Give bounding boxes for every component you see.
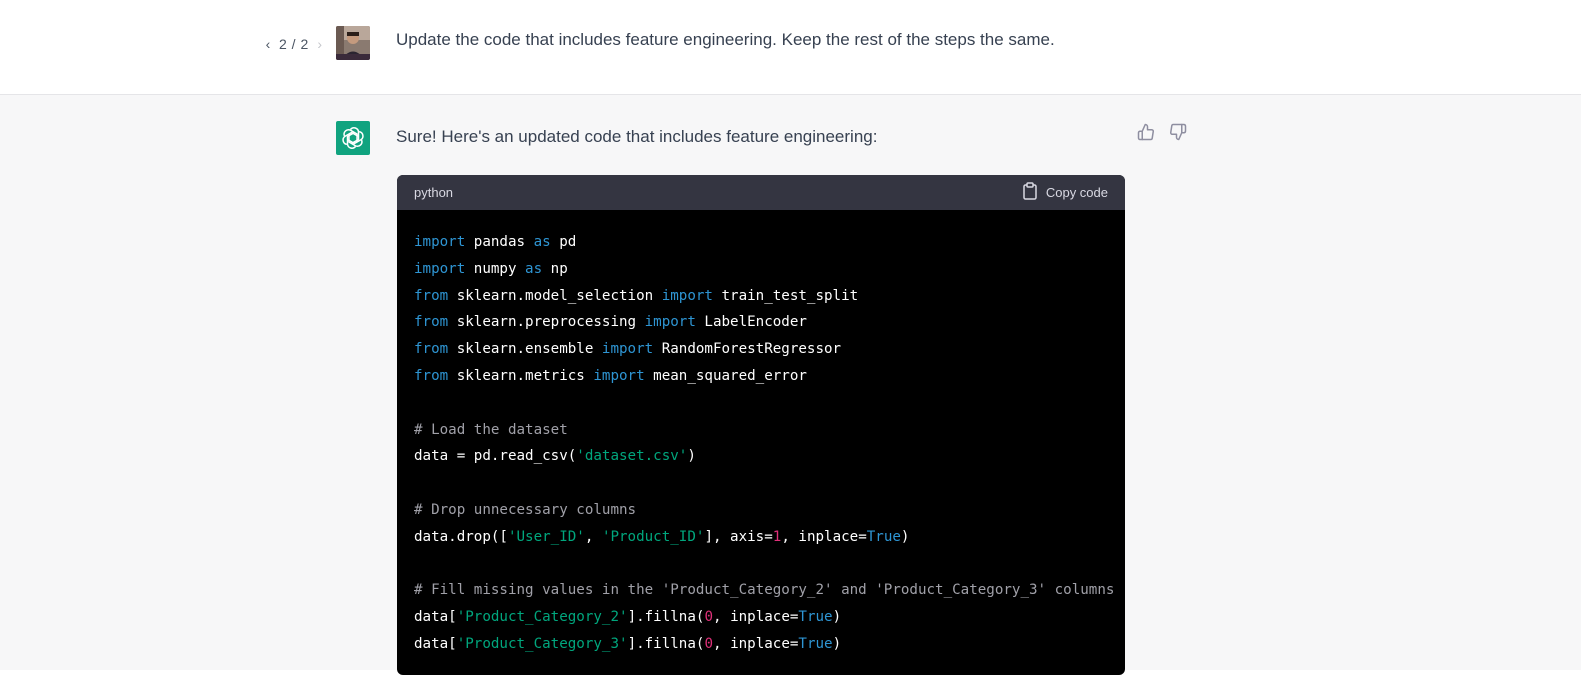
code-token-kw: from — [414, 341, 449, 358]
code-token-kw: from — [414, 367, 449, 384]
code-line: # Drop unnecessary columns — [414, 497, 1108, 524]
code-token-plain: sklearn.model_selection — [448, 287, 662, 304]
assistant-message-row: Sure! Here's an updated code that includ… — [0, 95, 1581, 675]
code-token-kw: import — [414, 260, 466, 277]
code-token-kw: from — [414, 287, 449, 304]
code-token-kw: from — [414, 314, 449, 331]
clipboard-icon — [1022, 182, 1038, 203]
code-token-com: # Fill missing values in the 'Product_Ca… — [414, 582, 1115, 599]
code-line: data['Product_Category_3'].fillna(0, inp… — [414, 631, 1108, 658]
code-line: from sklearn.model_selection import trai… — [414, 283, 1108, 310]
code-line: data = pd.read_csv('dataset.csv') — [414, 443, 1108, 470]
code-line: import pandas as pd — [414, 229, 1108, 256]
thumbs-up-icon[interactable] — [1137, 123, 1155, 141]
code-token-plain: numpy — [465, 260, 526, 277]
code-block: python Copy code import pandas as pd impo… — [397, 175, 1125, 675]
code-token-kw: import — [644, 314, 696, 331]
code-token-kw: import — [593, 367, 645, 384]
code-token-plain: , — [584, 528, 602, 545]
feedback-buttons — [1137, 123, 1187, 141]
code-token-str: 'Product_Category_2' — [456, 609, 628, 626]
code-token-plain: LabelEncoder — [695, 314, 807, 331]
code-token-plain: mean_squared_error — [644, 367, 807, 384]
code-token-plain: data[ — [414, 635, 457, 652]
code-line: # Load the dataset — [414, 417, 1108, 444]
code-token-kw: as — [525, 260, 543, 277]
assistant-message-text: Sure! Here's an updated code that includ… — [396, 127, 878, 146]
copy-code-button[interactable]: Copy code — [1022, 182, 1108, 203]
code-line: # Fill missing values in the 'Product_Ca… — [414, 577, 1114, 604]
code-token-kw: import — [601, 341, 654, 358]
code-token-plain: , inplace= — [781, 528, 867, 545]
code-token-plain: sklearn.metrics — [448, 367, 594, 384]
chatgpt-logo-icon — [336, 121, 370, 155]
code-token-plain: ].fillna( — [627, 635, 705, 652]
code-token-plain: ], axis= — [704, 528, 773, 545]
code-token-kw: import — [414, 234, 466, 250]
code-line: from sklearn.preprocessing import LabelE… — [414, 309, 1108, 336]
code-token-plain: ].fillna( — [627, 609, 705, 626]
code-block-header: python Copy code — [397, 175, 1125, 210]
code-token-plain: pandas — [465, 234, 534, 250]
thumbs-down-icon[interactable] — [1169, 123, 1187, 141]
chevron-left-icon[interactable]: ‹ — [263, 35, 273, 53]
code-token-plain: ) — [832, 609, 842, 626]
user-avatar — [336, 26, 370, 60]
code-token-kw: import — [661, 287, 713, 304]
code-token-com: # Drop unnecessary columns — [414, 501, 637, 518]
code-token-kw: as — [533, 234, 551, 250]
code-token-plain: , inplace= — [712, 609, 799, 626]
code-token-plain: data[ — [414, 609, 457, 626]
code-token-plain: data.drop([ — [414, 528, 508, 545]
code-token-plain: , inplace= — [712, 635, 799, 652]
code-line: from sklearn.ensemble import RandomFores… — [414, 336, 1108, 363]
code-token-plain: sklearn.preprocessing — [448, 314, 645, 331]
code-token-plain: train_test_split — [712, 287, 859, 304]
code-token-plain: pd — [550, 234, 577, 250]
user-message-text: Update the code that includes feature en… — [396, 30, 1055, 49]
user-message-row: ‹ 2 / 2 › Update the code that includes … — [0, 0, 1581, 95]
code-token-plain: data = pd.read_csv( — [414, 448, 577, 465]
code-line: import numpy as np — [414, 256, 1108, 283]
code-token-kw: True — [798, 635, 833, 652]
code-token-str: 'dataset.csv' — [576, 448, 688, 465]
code-token-plain: sklearn.ensemble — [448, 341, 602, 358]
code-token-plain: ) — [832, 635, 842, 652]
code-token-plain: ) — [687, 448, 696, 465]
code-token-kw: True — [798, 609, 833, 626]
code-token-plain: ) — [900, 528, 910, 545]
code-language-label: python — [414, 185, 454, 200]
code-token-str: 'Product_Category_3' — [456, 635, 628, 652]
code-line: data['Product_Category_2'].fillna(0, inp… — [414, 604, 1108, 631]
code-line: from sklearn.metrics import mean_squared… — [414, 363, 1108, 390]
code-token-plain: RandomForestRegressor — [653, 341, 842, 358]
code-token-plain: np — [542, 260, 568, 277]
chevron-right-icon[interactable]: › — [315, 35, 325, 53]
code-token-com: # Load the dataset — [414, 421, 568, 438]
copy-code-label: Copy code — [1045, 185, 1108, 200]
code-token-str: 'User_ID' — [507, 528, 585, 545]
code-content: import pandas as pd import numpy as np fro… — [397, 210, 1125, 675]
code-line: data.drop(['User_ID', 'Product_ID'], axi… — [414, 524, 1108, 551]
response-pager: ‹ 2 / 2 › — [263, 35, 325, 53]
pager-count: 2 / 2 — [279, 36, 309, 52]
code-token-num: 0 — [704, 635, 713, 652]
code-token-num: 0 — [704, 609, 713, 626]
code-token-kw: True — [866, 528, 901, 545]
code-token-str: 'Product_ID' — [601, 528, 705, 545]
